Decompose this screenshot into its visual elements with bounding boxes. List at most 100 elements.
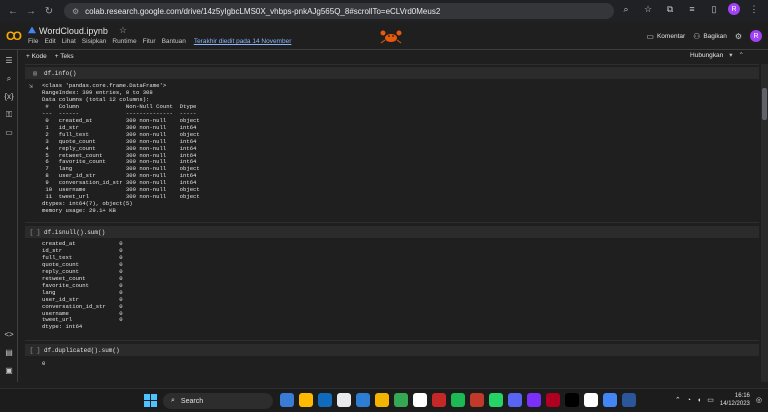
code-cell-2[interactable]: [ ] df.isnull().sum() (25, 226, 759, 238)
notifications-bell-icon[interactable]: ◎ (756, 396, 762, 404)
secrets-key-icon[interactable]: ⚿ (4, 110, 14, 120)
sidepanel-icon[interactable]: ▯ (706, 4, 722, 15)
browser-toolbar: ← → ↻ ⚙ colab.research.google.com/drive/… (0, 0, 768, 22)
battery-icon[interactable]: ▭ (707, 396, 714, 404)
system-tray: ⌃ ◔ ◖ ▭ 16:16 14/12/2023 ◎ (675, 392, 762, 408)
notebook-area: ▤ df.info() ⇲ <class 'pandas.core.frame.… (19, 64, 761, 382)
wifi-icon[interactable]: ◔ (687, 397, 691, 404)
menu-view[interactable]: Lihat (62, 38, 76, 45)
colab-logo[interactable]: CO (6, 29, 22, 43)
taskbar-app-icon[interactable] (508, 393, 522, 407)
settings-gear-icon[interactable]: ⚙ (735, 32, 742, 41)
menu-runtime[interactable]: Runtime (112, 38, 136, 45)
menu-help[interactable]: Bantuan (162, 38, 186, 45)
taskbar-app-icon[interactable] (622, 393, 636, 407)
tray-chevron-icon[interactable]: ⌃ (675, 396, 681, 404)
menu-list-icon[interactable]: ≡ (684, 4, 700, 14)
share-people-icon: ⚇ (693, 31, 701, 41)
taskbar-app-icon[interactable] (489, 393, 503, 407)
windows-start-icon[interactable] (144, 394, 157, 407)
browser-actions: ⌕ ☆ ⧉ ≡ ▯ R ⋮ (618, 3, 762, 15)
cell-divider (25, 222, 759, 223)
output-actions-icon[interactable]: ⇲ (29, 84, 33, 91)
forward-icon[interactable]: → (22, 2, 40, 20)
connect-button[interactable]: Hubungkan (690, 52, 723, 59)
command-palette-icon[interactable]: ▤ (4, 348, 14, 358)
add-text-button[interactable]: + Teks (55, 53, 74, 60)
taskbar-search[interactable]: ⌕ Search (163, 393, 273, 409)
collapse-icon[interactable]: ⌃ (739, 51, 744, 59)
address-bar[interactable]: ⚙ colab.research.google.com/drive/14z5yI… (64, 3, 614, 19)
taskbar-app-icon[interactable] (394, 393, 408, 407)
taskbar-app-icon[interactable] (584, 393, 598, 407)
cell-3-output: 0 (25, 360, 759, 371)
notebook-title[interactable]: WordCloud.ipynb (39, 26, 108, 36)
taskbar-app-icon[interactable] (546, 393, 560, 407)
back-icon[interactable]: ← (4, 2, 22, 20)
comment-icon: ▭ (646, 31, 654, 41)
code-cell-3[interactable]: [ ] df.duplicated().sum() (25, 344, 759, 356)
bookmark-star-icon[interactable]: ☆ (640, 4, 656, 15)
files-folder-icon[interactable]: ▭ (4, 128, 14, 138)
cell-2-prompt[interactable]: [ ] (26, 229, 44, 236)
variables-icon[interactable]: {x} (4, 92, 14, 102)
cell-2-output-text: created_at 0 id_str 0 full_text 0 quote_… (42, 240, 123, 331)
clock-date: 14/12/2023 (719, 401, 750, 407)
add-code-button[interactable]: + Kode (26, 53, 47, 60)
menu-tools[interactable]: Fitur (143, 38, 156, 45)
terminal-icon[interactable]: ▣ (4, 366, 14, 376)
taskbar-app-icon[interactable] (356, 393, 370, 407)
cell-2-code[interactable]: df.isnull().sum() (44, 229, 105, 236)
taskbar-app-icon[interactable] (470, 393, 484, 407)
notebook-title-row: WordCloud.ipynb ☆ (28, 25, 127, 36)
cell-3-prompt[interactable]: [ ] (26, 347, 44, 354)
taskbar-app-icon[interactable] (318, 393, 332, 407)
url-text: colab.research.google.com/drive/14z5yIgb… (85, 6, 441, 16)
menu-edit[interactable]: Edit (44, 38, 55, 45)
drive-icon (28, 26, 36, 34)
toc-icon[interactable]: ☰ (4, 56, 14, 66)
taskbar-app-icon[interactable] (413, 393, 427, 407)
chevron-down-icon[interactable]: ▾ (729, 51, 732, 59)
taskbar-app-icon[interactable] (603, 393, 617, 407)
cell-3-code[interactable]: df.duplicated().sum() (44, 347, 120, 354)
comment-button[interactable]: ▭ Komentar (646, 32, 685, 41)
taskbar-app-icon[interactable] (432, 393, 446, 407)
connection-area: Hubungkan ▾ ⌃ (690, 51, 744, 60)
star-icon[interactable]: ☆ (119, 25, 127, 36)
code-snippets-icon[interactable]: <> (4, 330, 14, 340)
scrollbar-thumb[interactable] (762, 88, 767, 120)
taskbar-app-icon[interactable] (375, 393, 389, 407)
menu-insert[interactable]: Sisipkan (82, 38, 107, 45)
profile-avatar[interactable]: R (728, 3, 740, 15)
menu-file[interactable]: File (28, 38, 38, 45)
code-cell-1[interactable]: ▤ df.info() (25, 67, 759, 79)
comment-label: Komentar (656, 32, 686, 40)
colab-avatar[interactable]: R (750, 30, 762, 42)
output-toggle-icon[interactable]: ▤ (26, 70, 44, 77)
taskbar-app-icon[interactable] (280, 393, 294, 407)
taskbar-app-icon[interactable] (299, 393, 313, 407)
taskbar-app-icon[interactable] (565, 393, 579, 407)
crab-mascot-icon (380, 30, 402, 44)
taskbar-apps (280, 393, 636, 407)
taskbar-app-icon[interactable] (337, 393, 351, 407)
clock[interactable]: 16:16 14/12/2023 (720, 392, 750, 408)
browser-menu-icon[interactable]: ⋮ (746, 4, 762, 15)
search-icon[interactable]: ⌕ (4, 74, 14, 84)
windows-taskbar: ⌕ Search ⌃ ◔ ◖ ▭ 16:16 14/12/2023 ◎ (0, 388, 768, 412)
search-icon: ⌕ (171, 397, 175, 404)
cell-1-code[interactable]: df.info() (44, 70, 76, 77)
last-edited-link[interactable]: Terakhir diedit pada 14 November (194, 38, 292, 45)
site-info-icon[interactable]: ⚙ (72, 7, 79, 16)
zoom-icon[interactable]: ⌕ (618, 4, 634, 15)
menu-bar: File Edit Lihat Sisipkan Runtime Fitur B… (28, 38, 291, 45)
clock-time: 16:16 (734, 393, 750, 399)
taskbar-app-icon[interactable] (451, 393, 465, 407)
share-label: Bagikan (703, 32, 727, 40)
reload-icon[interactable]: ↻ (40, 2, 58, 20)
volume-icon[interactable]: ◖ (697, 397, 701, 404)
share-button[interactable]: ⚇ Bagikan (693, 32, 727, 41)
extensions-icon[interactable]: ⧉ (662, 4, 678, 15)
taskbar-app-icon[interactable] (527, 393, 541, 407)
